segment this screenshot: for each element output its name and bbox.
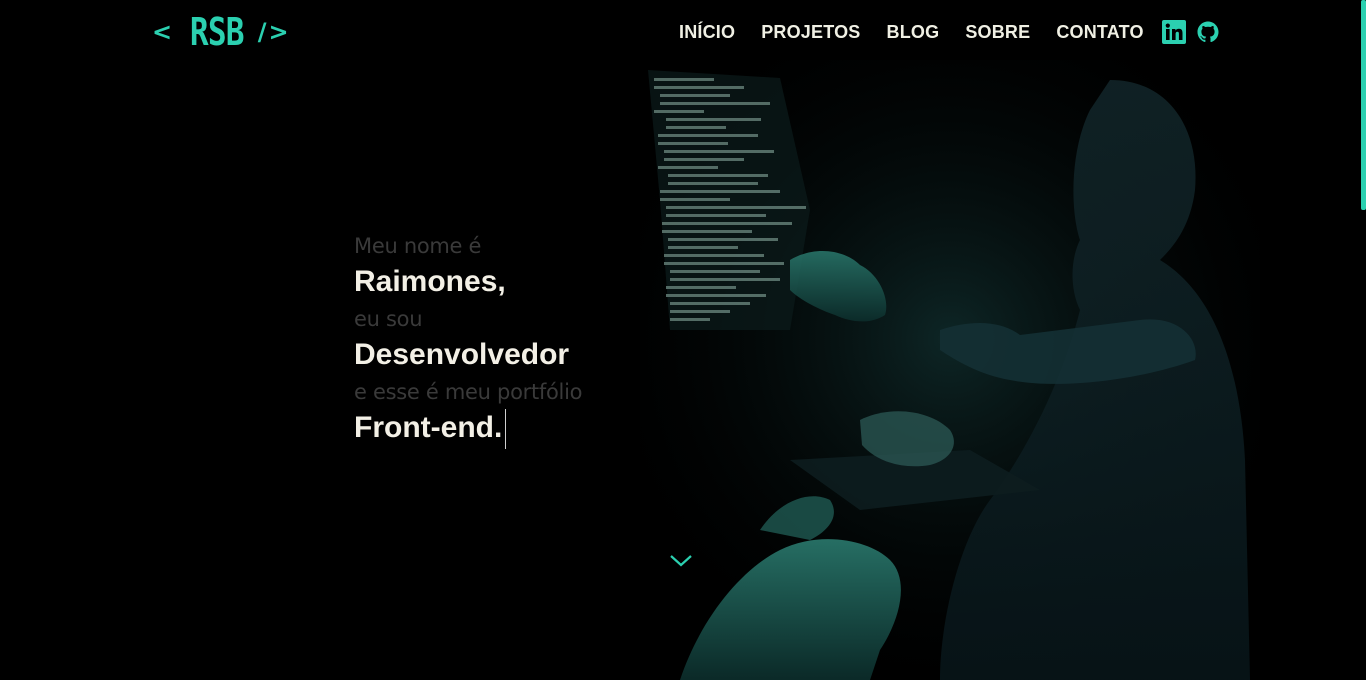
nav-link-sobre[interactable]: SOBRE bbox=[965, 22, 1030, 43]
nav-link-contato[interactable]: CONTATO bbox=[1056, 22, 1143, 43]
logo-close-bracket: /> bbox=[257, 18, 291, 46]
hero-line-portfolio: e esse é meu portfólio bbox=[354, 380, 583, 404]
nav-link-blog[interactable]: BLOG bbox=[887, 22, 940, 43]
page-scrollbar[interactable] bbox=[1361, 0, 1366, 210]
hero-specialty: Front-end. bbox=[354, 411, 503, 444]
hero-line-eu-sou: eu sou bbox=[354, 307, 423, 331]
main-nav: INÍCIO PROJETOS BLOG SOBRE CONTATO bbox=[679, 19, 1220, 45]
nav-link-projetos[interactable]: PROJETOS bbox=[761, 22, 860, 43]
hero-name: Raimones, bbox=[354, 265, 506, 298]
hero-background-image bbox=[640, 60, 1260, 680]
logo-open-bracket: < bbox=[152, 18, 175, 46]
social-links bbox=[1161, 20, 1220, 44]
site-logo[interactable]: < RSB /> bbox=[152, 10, 291, 54]
github-icon[interactable] bbox=[1196, 20, 1220, 44]
scroll-down-button[interactable] bbox=[668, 552, 694, 570]
site-header: < RSB /> INÍCIO PROJETOS BLOG SOBRE CONT… bbox=[0, 0, 1366, 64]
portfolio-page: < RSB /> INÍCIO PROJETOS BLOG SOBRE CONT… bbox=[0, 0, 1366, 680]
chevron-down-icon bbox=[670, 555, 692, 567]
linkedin-icon[interactable] bbox=[1161, 20, 1186, 44]
typing-caret bbox=[505, 409, 507, 449]
hero-intro: Meu nome é Raimones, eu sou Desenvolvedo… bbox=[354, 230, 582, 449]
logo-mark: RSB bbox=[190, 10, 245, 54]
hero-specialty-line: Front-end. bbox=[354, 408, 582, 449]
hero-role: Desenvolvedor bbox=[354, 338, 570, 371]
hero-line-intro: Meu nome é bbox=[354, 234, 482, 258]
nav-link-inicio[interactable]: INÍCIO bbox=[679, 22, 735, 43]
